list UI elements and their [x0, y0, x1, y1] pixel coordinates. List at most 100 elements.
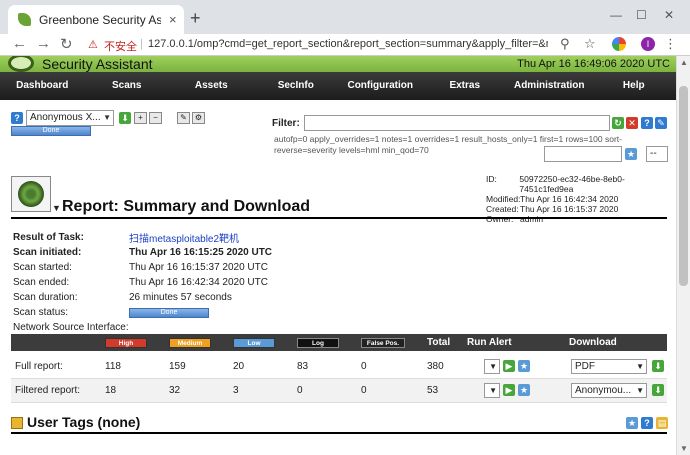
total-count: 53 — [427, 385, 439, 396]
log-count: 83 — [297, 361, 309, 372]
scan-ended-label: Scan ended: — [13, 277, 70, 288]
tab-title: Greenbone Security Assi — [39, 12, 161, 27]
apply-filter-star-icon[interactable]: ★ — [625, 148, 637, 160]
high-badge: High — [105, 337, 147, 348]
new-alert-star-icon[interactable]: ★ — [518, 384, 530, 396]
tags-list-icon[interactable]: ▤ — [656, 417, 668, 429]
menu-configuration[interactable]: Configuration — [338, 72, 423, 100]
minimize-button[interactable]: — — [610, 8, 622, 22]
new-tab-button[interactable]: + — [190, 8, 201, 29]
maximize-button[interactable]: ☐ — [636, 8, 647, 22]
saved-filter-select[interactable] — [544, 146, 622, 162]
medium-count: 32 — [169, 385, 181, 396]
chevron-down-icon: ▼ — [103, 113, 111, 122]
menu-administration[interactable]: Administration — [507, 72, 592, 100]
back-arrow-icon[interactable]: ← — [12, 35, 27, 52]
menu-help[interactable]: Help — [592, 72, 677, 100]
download-format-select[interactable]: Anonymou... ▼ — [571, 383, 647, 398]
scan-duration-value: 26 minutes 57 seconds — [129, 292, 232, 303]
menu-assets[interactable]: Assets — [169, 72, 254, 100]
filter-input[interactable] — [304, 115, 610, 131]
tags-help-icon[interactable]: ? — [641, 417, 653, 429]
scan-started-label: Scan started: — [13, 262, 72, 273]
brand-bar: Security Assistant Thu Apr 16 16:49:06 2… — [0, 56, 676, 72]
tag-icon — [11, 417, 23, 429]
greenbone-logo-icon — [8, 56, 34, 72]
tab-close-icon[interactable]: × — [169, 12, 177, 27]
warning-icon[interactable]: ⚠ — [88, 38, 98, 51]
details-icon[interactable]: ⚙ — [192, 112, 205, 124]
results-table: High Medium Low Log False Pos. Total Run… — [11, 334, 667, 403]
report-menu-caret-icon[interactable]: ▼ — [52, 203, 61, 213]
scroll-thumb[interactable] — [679, 86, 688, 286]
remove-from-assets-icon[interactable]: − — [149, 112, 162, 124]
download-format-value: PDF — [575, 361, 595, 372]
refresh-icon[interactable]: ↻ — [612, 117, 624, 129]
browser-tab[interactable]: Greenbone Security Assi × — [8, 5, 184, 34]
progress-done-bar: Done — [11, 126, 91, 136]
chrome-extension-icon[interactable] — [612, 37, 626, 51]
created-label: Created: — [486, 204, 519, 214]
filter-options-select[interactable]: -- — [646, 146, 668, 162]
menu-scans[interactable]: Scans — [85, 72, 170, 100]
high-count: 18 — [105, 385, 117, 396]
report-format-select[interactable]: Anonymous X... ▼ — [26, 110, 114, 126]
download-report-icon[interactable]: ⬇ — [652, 384, 664, 396]
menu-extras[interactable]: Extras — [423, 72, 508, 100]
scan-ended-value: Thu Apr 16 16:42:34 2020 UTC — [129, 277, 268, 288]
filter-help-icon[interactable]: ? — [641, 117, 653, 129]
total-header: Total — [427, 337, 451, 348]
table-row: Full report: 118 159 20 83 0 380 ▼ ▶ ★ P… — [11, 355, 667, 379]
edit-icon[interactable]: ✎ — [177, 112, 190, 124]
run-alert-play-icon[interactable]: ▶ — [503, 360, 515, 372]
owner-value: admin — [520, 214, 544, 224]
help-icon[interactable]: ? — [11, 112, 23, 124]
forward-arrow-icon[interactable]: → — [36, 35, 51, 52]
new-tag-star-icon[interactable]: ★ — [626, 417, 638, 429]
profile-avatar[interactable]: I — [641, 37, 655, 51]
url-separator: | — [140, 38, 143, 50]
run-alert-play-icon[interactable]: ▶ — [503, 384, 515, 396]
scan-initiated-label: Scan initiated: — [13, 247, 82, 258]
scroll-down-icon[interactable]: ▼ — [680, 444, 688, 453]
add-to-assets-icon[interactable]: + — [134, 112, 147, 124]
address-bar[interactable]: 127.0.0.1/omp?cmd=get_report_section&rep… — [148, 38, 548, 50]
task-link[interactable]: 扫描metasploitable2靶机 — [129, 230, 239, 245]
reload-icon[interactable]: ↻ — [60, 35, 73, 53]
browser-toolbar: ← → ↻ ⚠ 不安全 | 127.0.0.1/omp?cmd=get_repo… — [0, 34, 690, 56]
page-scrollbar[interactable]: ▲ ▼ — [676, 56, 690, 455]
menu-secinfo[interactable]: SecInfo — [254, 72, 339, 100]
scroll-up-icon[interactable]: ▲ — [680, 58, 688, 67]
download-report-icon[interactable]: ⬇ — [652, 360, 664, 372]
reset-filter-icon[interactable]: ✕ — [626, 117, 638, 129]
false-pos-badge: False Pos. — [361, 337, 405, 348]
edit-filter-icon[interactable]: ✎ — [655, 117, 667, 129]
log-count: 0 — [297, 385, 303, 396]
close-window-button[interactable]: ✕ — [664, 8, 674, 22]
filter-options-value: -- — [650, 148, 657, 159]
menu-dashboard[interactable]: Dashboard — [0, 72, 85, 100]
scan-initiated-value: Thu Apr 16 16:15:25 2020 UTC — [129, 247, 273, 258]
browser-menu-icon[interactable]: ⋮ — [664, 36, 677, 52]
bookmark-star-icon[interactable]: ☆ — [584, 36, 596, 52]
created-value: Thu Apr 16 16:15:37 2020 — [520, 204, 619, 214]
owner-label: Owner: — [486, 214, 514, 224]
scan-status-label: Scan status: — [13, 307, 69, 318]
medium-count: 159 — [169, 361, 186, 372]
medium-badge: Medium — [169, 337, 211, 348]
title-divider — [11, 217, 667, 219]
download-icon[interactable]: ⬇ — [119, 112, 131, 124]
alert-select[interactable]: ▼ — [484, 383, 500, 398]
alert-select[interactable]: ▼ — [484, 359, 500, 374]
page-content: Security Assistant Thu Apr 16 16:49:06 2… — [0, 56, 676, 455]
browser-tabstrip: Greenbone Security Assi × + — ☐ ✕ — [0, 0, 690, 34]
not-secure-label[interactable]: 不安全 — [104, 38, 137, 54]
zoom-icon[interactable]: ⚲ — [560, 36, 570, 52]
scan-status-bar: Done — [129, 307, 209, 318]
brand-name: Security Assistant — [42, 56, 153, 72]
new-alert-star-icon[interactable]: ★ — [518, 360, 530, 372]
main-menu: Dashboard Scans Assets SecInfo Configura… — [0, 72, 676, 100]
download-format-value: Anonymou... — [575, 385, 632, 396]
page-title: Report: Summary and Download — [62, 198, 311, 215]
download-format-select[interactable]: PDF ▼ — [571, 359, 647, 374]
